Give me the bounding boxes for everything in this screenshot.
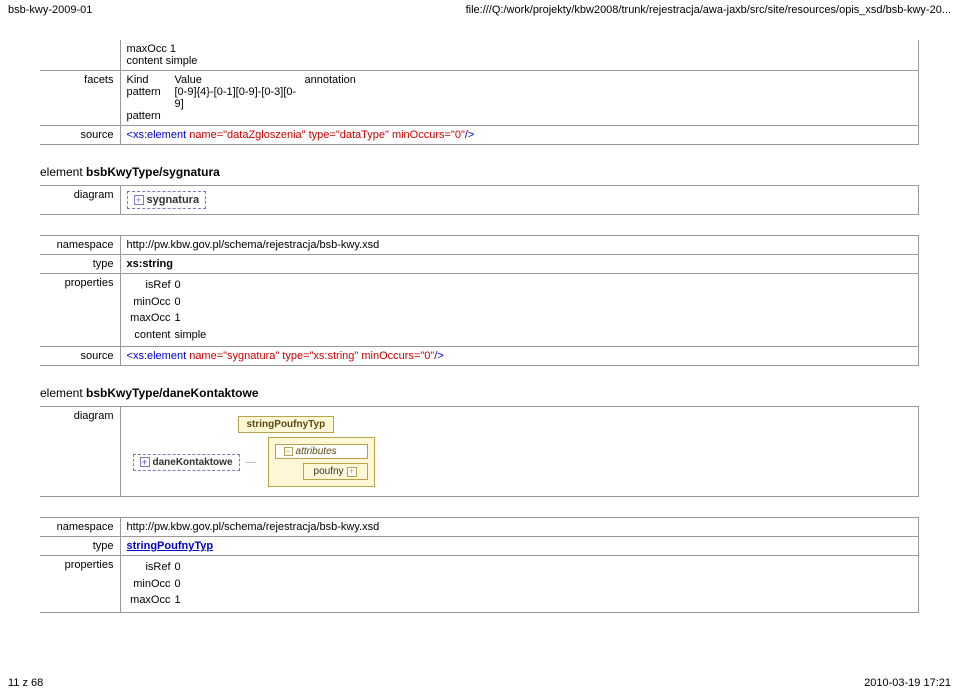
expand-icon: + [347,467,357,477]
section-title-dane: element bsbKwyType/daneKontaktowe [40,386,919,400]
source-label-syg: source [40,347,120,366]
type-value-dane[interactable]: stringPoufnyTyp [127,540,214,552]
element-word-dane: element [40,386,86,400]
facets-value-1: [0-9]{4}-[0-1][0-9]-[0-3][0-9] [175,86,305,110]
diagram-element-text: daneKontaktowe [153,457,233,468]
source-close-syg: /> [434,350,443,362]
namespace-label-dane: namespace [40,518,120,537]
namespace-value-dane: http://pw.kbw.gov.pl/schema/rejestracja/… [120,518,919,537]
facets-row-2: pattern [127,110,913,122]
element-name-dane: bsbKwyType/daneKontaktowe [86,386,258,400]
poufny-text: poufny [314,466,344,477]
header-left: bsb-kwy-2009-01 [8,4,92,16]
prop-minocc-val-d: 0 [175,576,181,593]
source-close: /> [465,129,474,141]
source-attrs: name="dataZgloszenia" type="dataType" mi… [186,129,465,141]
expand-icon: + [140,457,150,467]
facets-row-1: pattern [0-9]{4}-[0-1][0-9]-[0-3][0-9] [127,86,913,110]
prop-minocc-key-d: minOcc [127,576,175,593]
properties-facets-table: maxOcc 1 content simple facets Kind Valu… [40,40,919,145]
prop-minocc-val: 0 [175,294,181,311]
prop-content-val: simple [175,327,207,344]
diagram-attributes-wrap: − attributes poufny + [268,437,375,487]
prop-minocc-key: minOcc [127,294,175,311]
sygnatura-table: diagram + sygnatura [40,185,919,215]
prop-maxocc-key-d: maxOcc [127,592,175,609]
props-maxocc: maxOcc 1 [127,43,913,55]
diagram-sygnatura: + sygnatura [127,191,207,209]
type-value: xs:string [120,255,919,274]
diagram-label: diagram [40,186,120,215]
type-label: type [40,255,120,274]
element-name: bsbKwyType/sygnatura [86,165,220,179]
namespace-value: http://pw.kbw.gov.pl/schema/rejestracja/… [120,236,919,255]
source-code-syg: <xs:element name="sygnatura" type="xs:st… [120,347,919,366]
properties-block: isRef0 minOcc0 maxOcc1 contentsimple [127,277,913,343]
prop-isref-val-d: 0 [175,559,181,576]
complex-diagram: stringPoufnyTyp + daneKontaktowe — − att… [127,410,381,493]
diagram-attributes: − attributes [275,444,368,459]
facets-kind-2: pattern [127,110,175,122]
dane-diagram-table: diagram stringPoufnyTyp + daneKontaktowe… [40,406,919,497]
facets-kind-1: pattern [127,86,175,110]
prop-maxocc-key: maxOcc [127,310,175,327]
sygnatura-details-table: namespace http://pw.kbw.gov.pl/schema/re… [40,235,919,366]
source-label: source [40,126,120,145]
attributes-text: attributes [296,446,337,457]
properties-label: properties [40,274,120,347]
facets-header-row: Kind Value annotation [127,74,913,86]
prop-isref-key: isRef [127,277,175,294]
footer-right: 2010-03-19 17:21 [864,677,951,689]
facets-annotation-header: annotation [305,74,913,86]
facets-value-header: Value [175,74,305,86]
element-word: element [40,165,86,179]
footer-left: 11 z 68 [8,677,43,689]
page-header: bsb-kwy-2009-01 file:///Q:/work/projekty… [0,0,959,20]
source-attrs-syg: name="sygnatura" type="xs:string" minOcc… [186,350,434,362]
collapse-icon: − [284,447,293,456]
main-content: maxOcc 1 content simple facets Kind Valu… [0,20,959,613]
facets-label: facets [40,71,120,126]
diagram-attr-poufny: poufny + [303,463,368,480]
namespace-label: namespace [40,236,120,255]
source-tag: xs:element [133,129,186,141]
props-content: content simple [127,55,913,67]
prop-maxocc-val: 1 [175,310,181,327]
section-title-sygnatura: element bsbKwyType/sygnatura [40,165,919,179]
dane-details-table: namespace http://pw.kbw.gov.pl/schema/re… [40,517,919,613]
source-code: <xs:element name="dataZgloszenia" type="… [120,126,919,145]
prop-isref-key-d: isRef [127,559,175,576]
source-tag-syg: xs:element [133,350,186,362]
header-right: file:///Q:/work/projekty/kbw2008/trunk/r… [466,4,951,16]
expand-icon: + [134,195,144,205]
diagram-label-dane: diagram [40,407,120,497]
diagram-element: + daneKontaktowe [133,454,240,471]
type-label-dane: type [40,537,120,556]
prop-isref-val: 0 [175,277,181,294]
prop-content-key: content [127,327,175,344]
properties-block-dane: isRef0 minOcc0 maxOcc1 [127,559,913,609]
diagram-text: sygnatura [147,194,200,206]
properties-label-dane: properties [40,556,120,613]
diagram-type-label: stringPoufnyTyp [238,416,335,433]
prop-maxocc-val-d: 1 [175,592,181,609]
facets-kind-header: Kind [127,74,175,86]
